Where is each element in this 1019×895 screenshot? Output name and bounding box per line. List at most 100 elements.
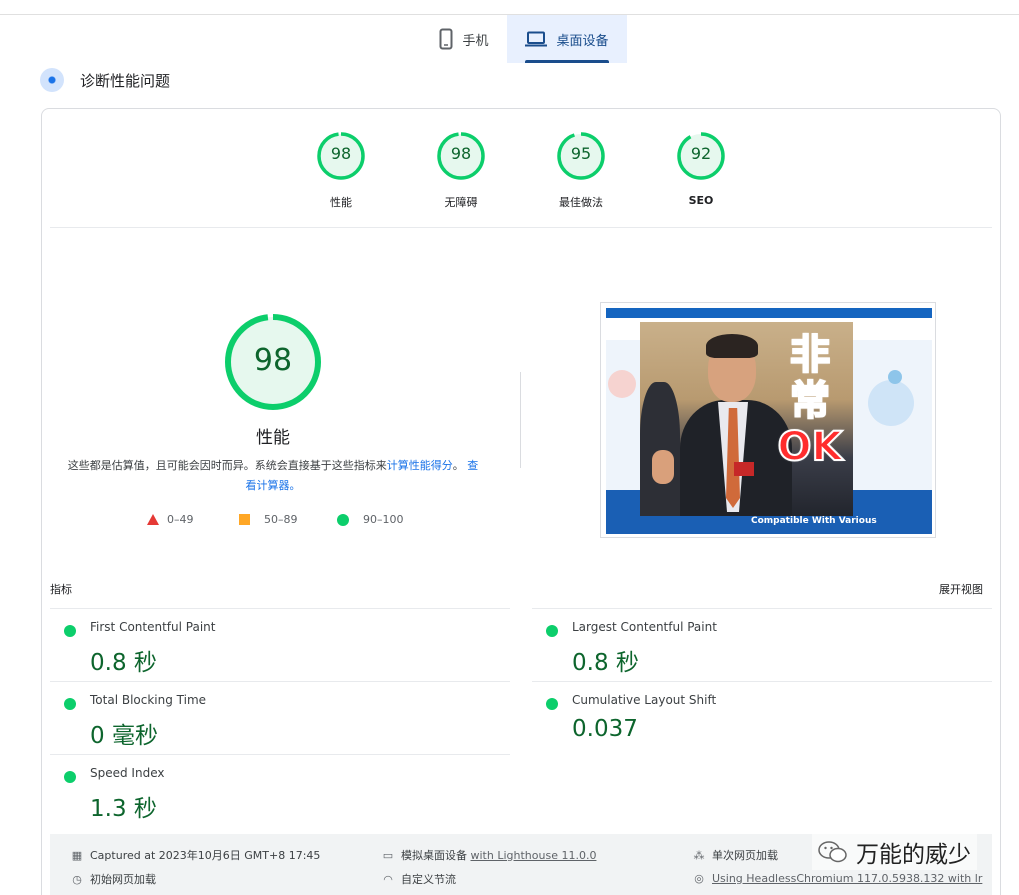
calendar-icon: ▦	[71, 848, 83, 862]
pass-dot-icon	[64, 771, 76, 783]
gauge-label: 无障碍	[444, 196, 478, 209]
metric-cls: Cumulative Layout Shift 0.037	[532, 681, 992, 754]
decor-blob	[888, 370, 902, 384]
thumbs-up-icon	[652, 450, 674, 484]
metric-value: 1.3 秒	[90, 796, 157, 822]
gauge-seo[interactable]: 92 SEO	[661, 131, 741, 207]
vertical-divider	[520, 372, 521, 468]
captured-at: ▦ Captured at 2023年10月6日 GMT+8 17:45	[70, 847, 321, 863]
note-punct: 。	[452, 459, 464, 472]
pass-dot-icon	[64, 698, 76, 710]
legend-fail: 0–49	[147, 513, 194, 526]
category-gauges: 98 性能 98 无障碍 95 最佳做法 92 SEO	[0, 131, 1019, 211]
metric-value: 0.8 秒	[90, 650, 157, 676]
browser-text: Using HeadlessChromium 117.0.5938.132 wi…	[712, 871, 983, 885]
throttling[interactable]: ◠ 自定义节流	[381, 871, 456, 887]
captured-text: Captured at 2023年10月6日 GMT+8 17:45	[90, 849, 321, 862]
gauge-score: 98	[330, 144, 352, 163]
triangle-icon	[147, 514, 159, 525]
legend-pass-range: 90–100	[363, 513, 404, 526]
legend-pass: 90–100	[337, 513, 404, 526]
metric-name: Total Blocking Time	[90, 693, 207, 707]
gauge-performance[interactable]: 98 性能	[301, 131, 381, 210]
legend-average: 50–89	[239, 513, 298, 526]
metric-value: 0.037	[572, 716, 638, 742]
tab-mobile[interactable]: 手机	[422, 15, 506, 63]
browser-info[interactable]: ◎ Using HeadlessChromium 117.0.5938.132 w…	[692, 871, 982, 885]
active-tab-indicator	[525, 60, 609, 63]
meme-char-1: 非	[789, 331, 831, 379]
photo-badge	[734, 462, 754, 476]
main-gauge-label: 性能	[256, 428, 290, 448]
metric-name: Speed Index	[90, 766, 165, 780]
diagnose-title: 诊断性能问题	[80, 71, 171, 90]
initial-load-text: 初始网页加载	[90, 873, 156, 886]
phone-icon	[439, 28, 453, 50]
decor-blob	[608, 370, 636, 398]
meme-char-3: OK	[777, 423, 844, 471]
main-gauge-score: 98	[253, 343, 293, 378]
metric-name: Cumulative Layout Shift	[572, 693, 717, 707]
wechat-icon	[818, 841, 847, 863]
tab-mobile-label: 手机	[462, 33, 489, 49]
gauge-label: 性能	[330, 196, 352, 209]
watermark: 万能的威少	[812, 834, 977, 870]
metric-si: Speed Index 1.3 秒	[50, 754, 510, 827]
note-text: 这些都是估算值，且可能会因时而异。系统会直接基于这些指标来	[67, 459, 387, 472]
site-caption: Compatible With Various	[751, 516, 877, 526]
expand-view-toggle[interactable]: 展开视图	[939, 581, 983, 597]
metric-fcp: First Contentful Paint 0.8 秒	[50, 608, 510, 681]
legend-average-range: 50–89	[264, 513, 298, 526]
single-load: ⁂ 单次网页加载	[692, 847, 779, 863]
meme-char-2: 常	[789, 377, 831, 425]
gauge-score: 98	[450, 144, 472, 163]
metrics-title: 指标	[50, 583, 72, 596]
estimate-note: 这些都是估算值，且可能会因时而异。系统会直接基于这些指标来计算性能得分。 查看计…	[66, 456, 480, 496]
performance-main-gauge: 98	[224, 313, 322, 411]
pass-dot-icon	[546, 698, 558, 710]
site-top-bar	[606, 308, 932, 318]
circle-icon	[337, 513, 349, 526]
gauge-label: SEO	[688, 194, 714, 207]
gauges-divider	[50, 227, 992, 228]
metric-name: First Contentful Paint	[90, 620, 216, 634]
metric-lcp: Largest Contentful Paint 0.8 秒	[532, 608, 992, 681]
photo-bg-person	[640, 382, 680, 516]
final-screenshot[interactable]: Compatible With Various 非 常 OK	[600, 302, 936, 538]
photo-hair	[706, 334, 758, 358]
device-tabs: 手机 桌面设备	[0, 15, 1019, 63]
diagnose-icon	[40, 68, 64, 92]
throttling-text: 自定义节流	[401, 873, 456, 886]
pass-dot-icon	[546, 625, 558, 637]
overlay-photo: 非 常 OK	[640, 322, 853, 516]
wifi-icon: ◠	[383, 872, 393, 886]
chrome-icon: ◎	[694, 871, 704, 885]
emulated-device[interactable]: ▭ 模拟桌面设备 with Lighthouse 11.0.0	[381, 847, 597, 863]
square-icon	[239, 514, 250, 525]
meme-text: 非 常 OK	[773, 331, 847, 471]
legend-fail-range: 0–49	[167, 513, 194, 526]
decor-blob	[868, 380, 914, 426]
metric-value: 0 毫秒	[90, 723, 158, 749]
diagnose-section-header: 诊断性能问题	[40, 67, 170, 93]
tab-desktop-label: 桌面设备	[556, 33, 609, 49]
metric-tbt: Total Blocking Time 0 毫秒	[50, 681, 510, 754]
metrics-header: 指标 展开视图	[50, 581, 983, 599]
initial-load: ◷ 初始网页加载	[70, 871, 156, 887]
watermark-text: 万能的威少	[856, 842, 971, 868]
gauge-score: 95	[570, 144, 592, 163]
laptop-icon	[525, 31, 548, 47]
emulated-text: 模拟桌面设备	[401, 849, 467, 862]
scatter-icon: ⁂	[693, 848, 705, 862]
metric-value: 0.8 秒	[572, 650, 639, 676]
lighthouse-version: with Lighthouse 11.0.0	[470, 848, 597, 862]
gauge-label: 最佳做法	[559, 196, 603, 209]
tab-desktop[interactable]: 桌面设备	[507, 15, 627, 63]
gauge-score: 92	[690, 144, 712, 163]
gauge-best-practices[interactable]: 95 最佳做法	[541, 131, 621, 210]
devices-icon: ▭	[382, 848, 394, 862]
gauge-accessibility[interactable]: 98 无障碍	[421, 131, 501, 210]
metric-name: Largest Contentful Paint	[572, 620, 717, 634]
calc-score-link[interactable]: 计算性能得分	[387, 459, 453, 472]
single-load-text: 单次网页加载	[712, 849, 778, 862]
